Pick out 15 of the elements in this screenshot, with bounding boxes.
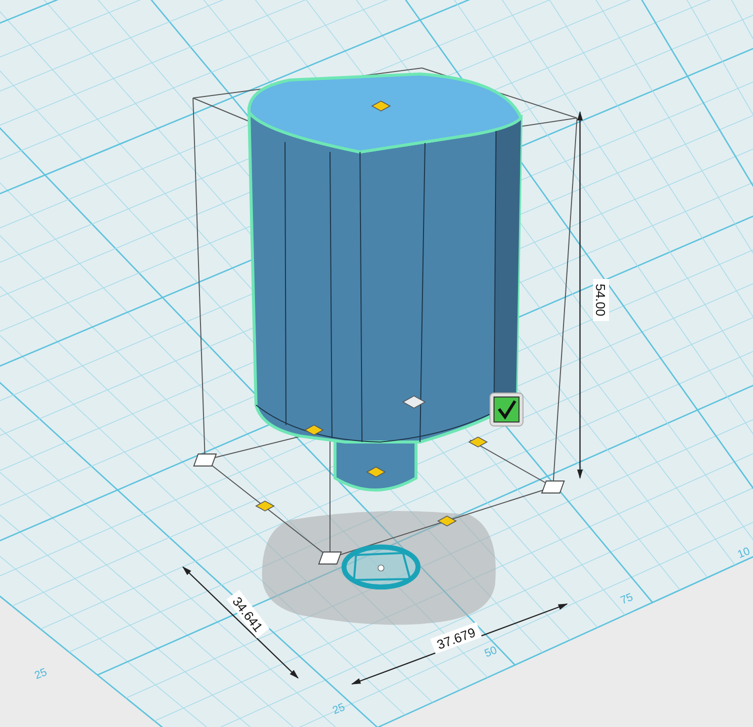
dimension-label[interactable]: 37.679 <box>430 622 482 654</box>
move-handle[interactable] <box>304 424 324 436</box>
cylinder-model[interactable] <box>248 72 522 492</box>
move-handle[interactable] <box>402 396 426 408</box>
grid-axis-label: 10 <box>736 545 752 562</box>
grid-axis-label: 25 <box>330 701 347 718</box>
grid-axis-label: 75 <box>618 591 635 608</box>
move-handle[interactable] <box>437 516 457 526</box>
move-handle[interactable] <box>255 500 275 512</box>
confirm-button[interactable] <box>490 392 524 426</box>
grid-axis-label: 50 <box>482 644 499 660</box>
move-handle[interactable] <box>366 466 386 478</box>
dimension-label[interactable]: 54.00 <box>593 279 609 321</box>
grid-axis-label: 25 <box>32 666 49 682</box>
move-handle[interactable] <box>468 436 488 448</box>
